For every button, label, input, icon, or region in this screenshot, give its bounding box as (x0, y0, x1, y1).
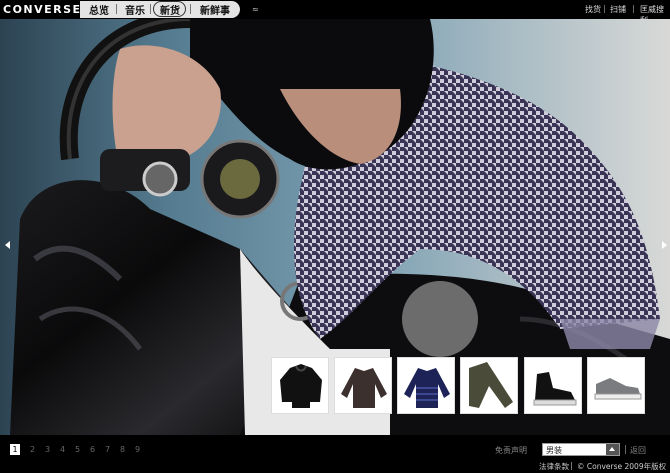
top-link-stores[interactable]: 扫铺 (610, 4, 626, 15)
nav-divider (116, 4, 117, 14)
copyright-text: © Converse 2009年版权所有 (577, 462, 667, 471)
nav-item-new-products[interactable]: 新货 (160, 2, 180, 17)
thumbnail-grey-low-top-sneaker[interactable] (587, 357, 645, 414)
category-select[interactable]: 男装 (542, 443, 620, 456)
page-4[interactable]: 4 (55, 444, 70, 455)
top-link-divider (633, 5, 634, 13)
nav-divider (150, 4, 151, 14)
legal-terms-link[interactable]: 法律条款 (539, 461, 569, 472)
nav-item-music[interactable]: 音乐 (125, 2, 145, 17)
page-2[interactable]: 2 (25, 444, 40, 455)
top-navigation-bar: CONVERSE 总览 音乐 新货 新鲜事 ≈ 找货 扫铺 匡威搜刮 (0, 0, 670, 25)
back-link[interactable]: 返回 (630, 445, 646, 456)
sweater-icon (404, 368, 450, 408)
disclaimer-link[interactable]: 免责声明 (495, 445, 527, 456)
top-link-divider (604, 5, 605, 13)
converse-logo[interactable]: CONVERSE (3, 3, 82, 16)
top-link-find-products[interactable]: 找货 (585, 4, 601, 15)
arrow-right-icon[interactable] (662, 241, 667, 249)
page-6[interactable]: 6 (85, 444, 100, 455)
page-5[interactable]: 5 (70, 444, 85, 455)
thumbnail-black-high-top-sneaker[interactable] (524, 357, 582, 414)
rss-icon[interactable]: ≈ (252, 5, 259, 14)
page-9[interactable]: 9 (130, 444, 145, 455)
nav-divider (190, 4, 191, 14)
page-7[interactable]: 7 (100, 444, 115, 455)
jacket-icon (280, 364, 322, 408)
sneaker-icon (594, 378, 642, 400)
footer-divider (625, 445, 626, 454)
pagination: 1 2 3 4 5 6 7 8 9 (10, 444, 145, 455)
thumbnail-olive-pants[interactable] (460, 357, 518, 414)
arrow-left-icon[interactable] (5, 241, 10, 249)
nav-item-news[interactable]: 新鲜事 (200, 2, 230, 17)
shirt-icon (341, 368, 387, 408)
sneaker-icon (533, 372, 577, 406)
category-select-value: 男装 (546, 446, 562, 455)
triangle-up-icon[interactable] (606, 444, 619, 455)
thumbnail-navy-striped-sweater[interactable] (397, 357, 455, 414)
footer-divider (571, 462, 572, 470)
nav-item-overview[interactable]: 总览 (89, 2, 109, 17)
page-1[interactable]: 1 (10, 444, 20, 455)
thumbnail-black-hooded-jacket[interactable] (271, 357, 329, 414)
pants-icon (469, 362, 513, 408)
page-8[interactable]: 8 (115, 444, 130, 455)
page-3[interactable]: 3 (40, 444, 55, 455)
thumbnail-brown-long-sleeve-top[interactable] (334, 357, 392, 414)
